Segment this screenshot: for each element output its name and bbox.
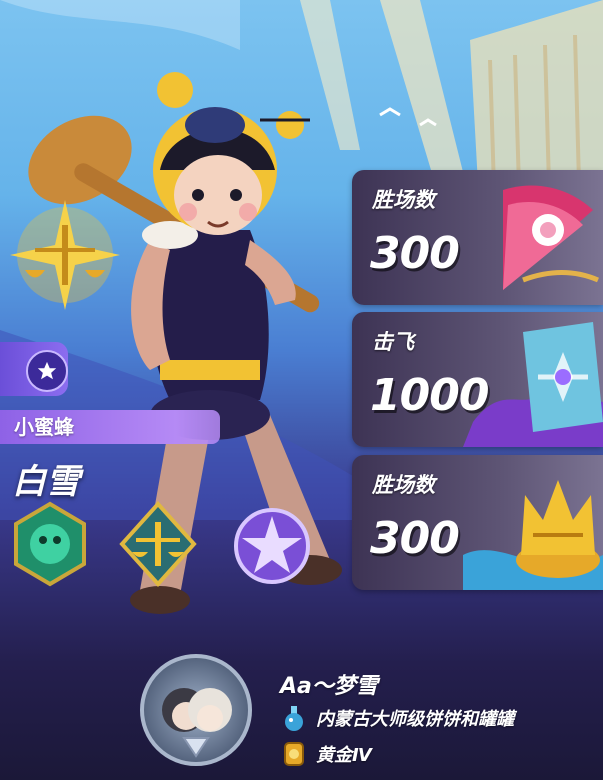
dragon-emblem-icon[interactable]	[6, 500, 94, 588]
star-crest-emblem-icon[interactable]	[228, 500, 316, 588]
fan-icon	[503, 185, 599, 290]
libra-emblem-icon	[10, 200, 120, 310]
rank-row[interactable]: 黄金Ⅳ	[280, 740, 372, 768]
guild-name: 内蒙古大师级饼饼和罐罐	[316, 709, 514, 730]
owner-name[interactable]: Aa～梦雪	[280, 668, 378, 700]
stat-label: 击飞	[372, 330, 414, 354]
star-icon	[26, 350, 68, 392]
stat-card-wins: 胜场数 300	[352, 170, 603, 305]
scales-emblem-icon[interactable]	[114, 500, 202, 588]
stat-value: 300	[370, 228, 460, 279]
stat-card-wins-2: 胜场数 300	[352, 455, 603, 590]
rank-name: 黄金Ⅳ	[316, 745, 372, 766]
stat-label: 胜场数	[372, 188, 435, 212]
potion-icon	[285, 706, 303, 731]
stat-value: 300	[370, 513, 460, 564]
shield-icon	[463, 322, 603, 447]
skin-name-tag: 小蜜蜂	[0, 410, 220, 444]
player-title: 白雪	[12, 462, 80, 502]
gold-medal-icon	[284, 742, 304, 766]
stat-card-knockouts: 击飞 1000	[352, 312, 603, 447]
crown-icon	[463, 480, 603, 590]
stat-label: 胜场数	[372, 473, 435, 497]
avatar[interactable]	[140, 654, 252, 766]
guild-row[interactable]: 内蒙古大师级饼饼和罐罐	[280, 704, 514, 732]
